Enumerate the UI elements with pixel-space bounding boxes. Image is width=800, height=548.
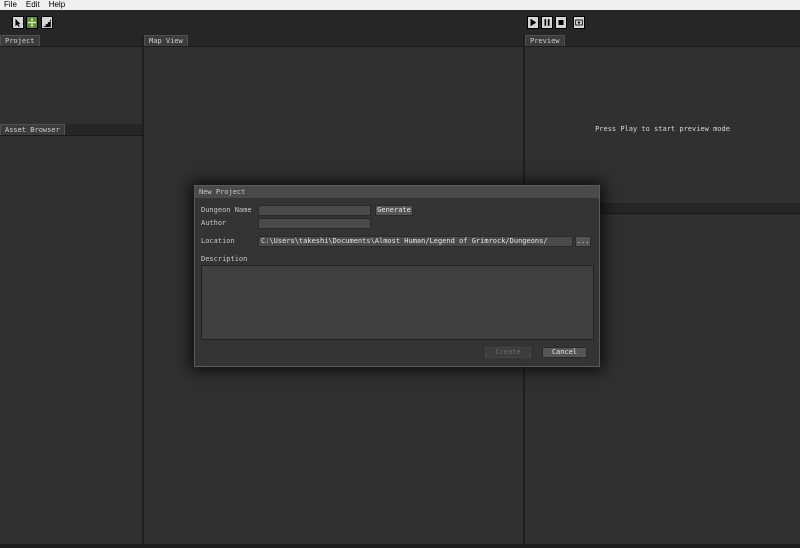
- stop-button[interactable]: [555, 16, 567, 29]
- play-button[interactable]: [527, 16, 539, 29]
- project-panel: Project: [0, 35, 142, 123]
- move-tool-button[interactable]: [26, 16, 38, 29]
- create-button[interactable]: Create: [485, 347, 531, 358]
- stairs-tool-icon: [43, 19, 51, 28]
- tab-map-view[interactable]: Map View: [144, 35, 188, 46]
- pause-icon: [544, 19, 550, 26]
- menu-file[interactable]: File: [0, 0, 22, 10]
- generate-button[interactable]: Generate: [375, 205, 413, 216]
- author-label: Author: [201, 219, 227, 227]
- asset-browser-panel: Asset Browser: [0, 124, 142, 544]
- asset-browser-body: [0, 135, 142, 544]
- preview-canvas[interactable]: Press Play to start preview mode: [525, 46, 800, 203]
- menu-bar: File Edit Help: [0, 0, 800, 10]
- move-tool-icon: [27, 17, 37, 28]
- dungeon-name-label: Dungeon Name: [201, 206, 252, 214]
- cancel-button[interactable]: Cancel: [542, 347, 587, 358]
- stop-icon: [558, 20, 564, 25]
- author-input[interactable]: [258, 218, 371, 229]
- dialog-title: New Project: [195, 186, 599, 198]
- tab-project[interactable]: Project: [0, 35, 40, 46]
- description-textarea[interactable]: [201, 265, 594, 340]
- play-icon: [530, 18, 537, 27]
- browse-button[interactable]: ...: [575, 236, 591, 247]
- pause-button[interactable]: [541, 16, 553, 29]
- status-bar: [0, 544, 800, 548]
- preview-view-button[interactable]: [573, 16, 585, 29]
- tab-asset-browser[interactable]: Asset Browser: [0, 124, 65, 135]
- location-label: Location: [201, 237, 235, 245]
- toolbar: [0, 10, 800, 35]
- tab-preview[interactable]: Preview: [525, 35, 565, 46]
- preview-message: Press Play to start preview mode: [595, 125, 730, 133]
- app-window: File Edit Help Project Asset Browser Map…: [0, 0, 800, 548]
- select-tool-button[interactable]: [12, 16, 24, 29]
- location-input[interactable]: C:\Users\takeshi\Documents\Almost Human/…: [258, 236, 573, 247]
- project-panel-body: [0, 46, 142, 123]
- dungeon-name-input[interactable]: [258, 205, 371, 216]
- menu-edit[interactable]: Edit: [22, 0, 45, 10]
- new-project-dialog: New Project Dungeon Name Generate Author…: [194, 185, 600, 367]
- preview-panel: Preview Press Play to start preview mode: [525, 35, 800, 203]
- eye-icon: [575, 19, 583, 26]
- stairs-tool-button[interactable]: [41, 16, 53, 29]
- select-tool-icon: [15, 18, 21, 28]
- description-label: Description: [201, 255, 248, 263]
- menu-help[interactable]: Help: [45, 0, 70, 10]
